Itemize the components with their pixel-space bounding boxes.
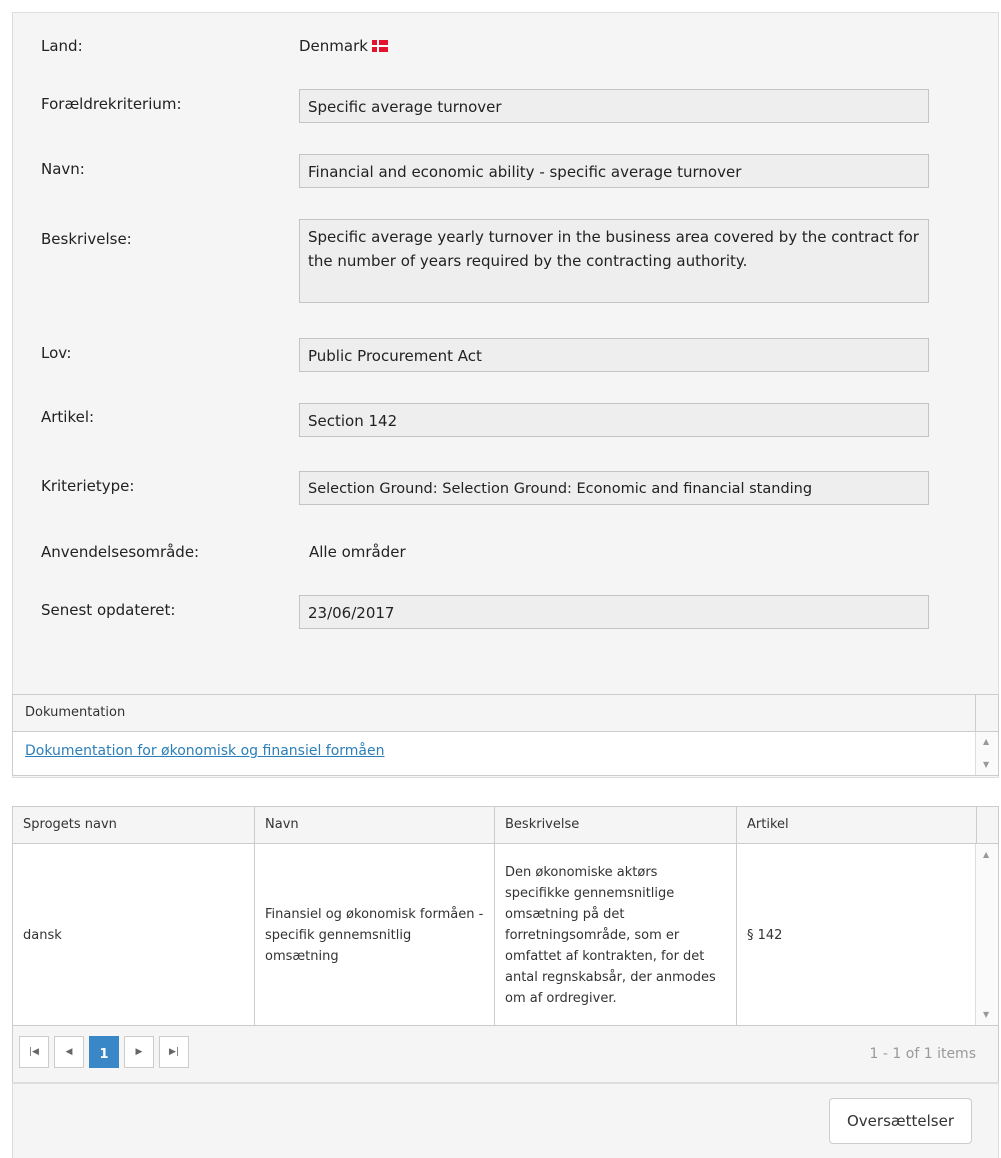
documentation-column-header: Dokumentation [25,705,126,720]
documentation-link[interactable]: Dokumentation for økonomisk og finansiel… [25,743,385,759]
translations-scrollbar[interactable]: ▲ ▼ [975,844,998,1025]
translations-grid-header: Sprogets navn Navn Beskrivelse Artikel [13,807,998,844]
last-updated-label: Senest opdateret: [41,601,176,619]
documentation-grid: Dokumentation Dokumentation for økonomis… [12,694,999,776]
first-page-icon[interactable]: |◀ [19,1036,49,1068]
documentation-grid-header: Dokumentation [13,695,998,732]
cell-name: Finansiel og økonomisk formåen - specifi… [255,844,495,1026]
scope-label: Anvendelsesområde: [41,543,200,561]
article-field: Section 142 [299,403,929,437]
last-updated-field: 23/06/2017 [299,595,929,629]
name-label: Navn: [41,160,85,178]
scroll-up-icon[interactable]: ▲ [983,737,989,746]
scope-value: Alle områder [309,543,406,561]
translations-button[interactable]: Oversættelser [829,1098,972,1144]
criterion-details-panel: Land: Denmark Forældrekriterium: Specifi… [12,12,999,778]
last-page-icon[interactable]: ▶| [159,1036,189,1068]
cell-article: § 142 [737,844,977,1026]
previous-page-icon[interactable]: ◀ [54,1036,84,1068]
pager: |◀ ◀ 1 ▶ ▶| 1 - 1 of 1 items [13,1025,998,1082]
name-field: Financial and economic ability - specifi… [299,154,929,188]
parent-criterion-field: Specific average turnover [299,89,929,123]
law-field: Public Procurement Act [299,338,929,372]
action-bar: Oversættelser [12,1082,999,1158]
scroll-down-icon[interactable]: ▼ [983,760,989,769]
scrollbar-header [977,807,998,843]
scroll-up-icon[interactable]: ▲ [983,850,989,859]
documentation-scrollbar[interactable]: ▲ ▼ [975,732,998,775]
denmark-flag-icon [371,40,388,52]
scroll-down-icon[interactable]: ▼ [983,1010,989,1019]
cell-description: Den økonomiske aktørs specifikke gennems… [495,844,737,1026]
criterion-type-field: Selection Ground: Selection Ground: Econ… [299,471,929,505]
land-value: Denmark [299,37,388,55]
description-label: Beskrivelse: [41,230,132,248]
table-row[interactable]: dansk Finansiel og økonomisk formåen - s… [13,844,977,1026]
column-header-article[interactable]: Artikel [737,807,977,843]
pager-info: 1 - 1 of 1 items [869,1046,976,1062]
criterion-type-label: Kriterietype: [41,477,135,495]
column-header-language[interactable]: Sprogets navn [13,807,255,843]
column-header-description[interactable]: Beskrivelse [495,807,737,843]
cell-language: dansk [13,844,255,1026]
translations-grid: Sprogets navn Navn Beskrivelse Artikel d… [12,806,999,1082]
land-value-text: Denmark [299,37,368,55]
article-label: Artikel: [41,408,95,426]
column-header-name[interactable]: Navn [255,807,495,843]
scrollbar-header [975,695,998,731]
law-label: Lov: [41,344,72,362]
land-label: Land: [41,37,83,55]
page-number-button[interactable]: 1 [89,1036,119,1068]
parent-criterion-label: Forældrekriterium: [41,95,182,113]
next-page-icon[interactable]: ▶ [124,1036,154,1068]
description-field: Specific average yearly turnover in the … [299,219,929,303]
